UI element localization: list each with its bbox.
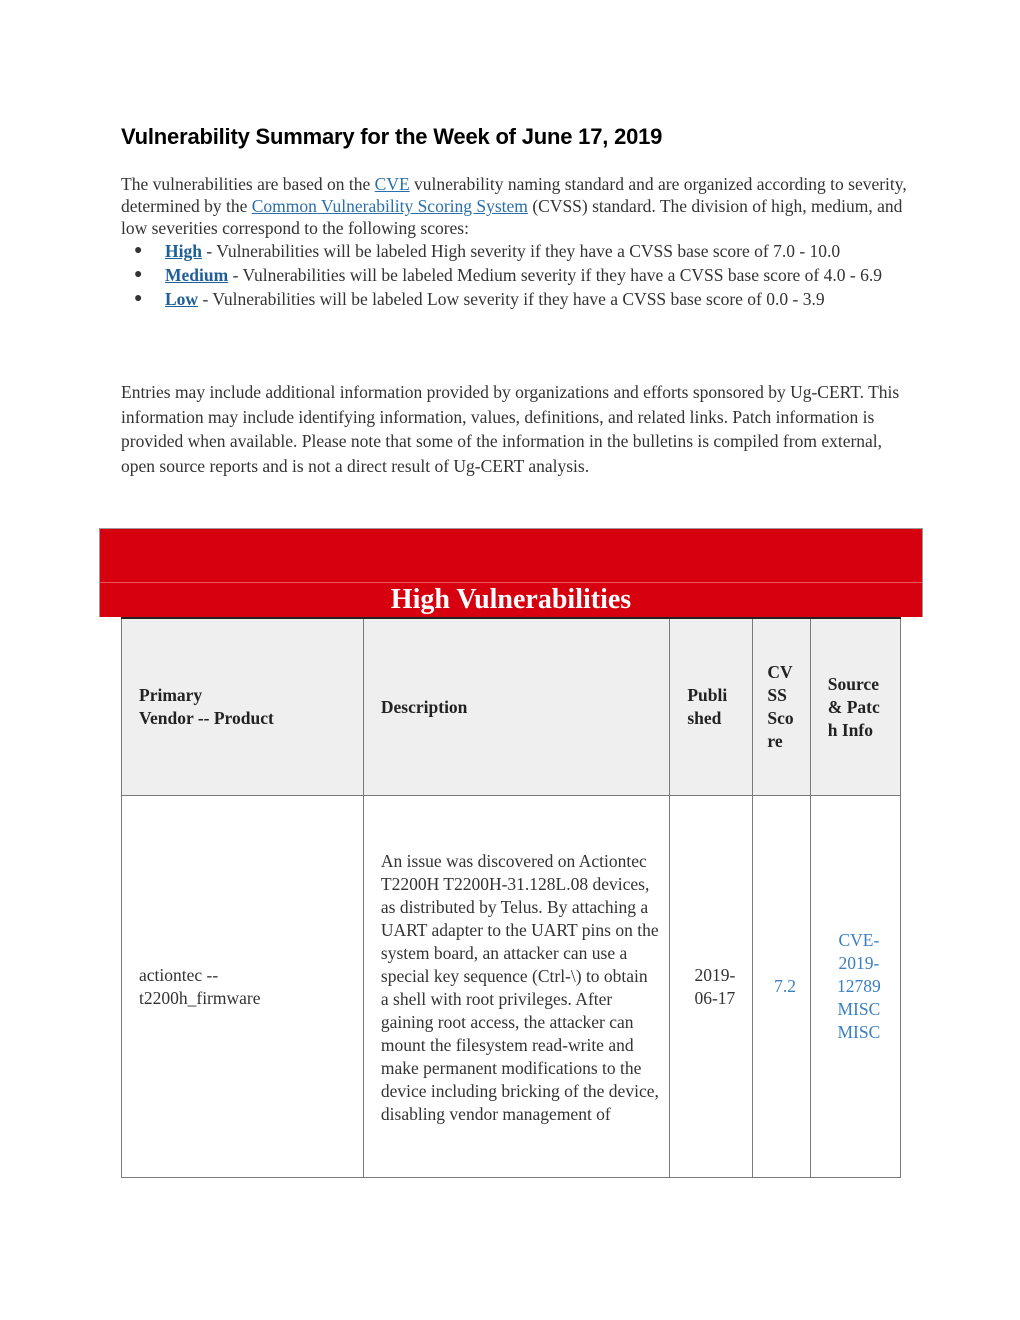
- cell-published: 2019-06-17: [669, 795, 754, 1178]
- severity-item-low: ● Low - Vulnerabilities will be labeled L…: [134, 287, 911, 311]
- header-vendor-product: Primary Vendor -- Product: [121, 617, 364, 796]
- header-source-patch: Source & Patch Info: [809, 617, 902, 796]
- bullet-icon: ●: [134, 267, 143, 282]
- severity-description: - Vulnerabilities will be labeled Low se…: [198, 289, 825, 309]
- section-title: High Vulnerabilities: [390, 584, 632, 615]
- cvss-link[interactable]: Common Vulnerability Scoring System: [252, 196, 528, 216]
- cell-source-patch: CVE-2019-12789 MISC MISC: [809, 795, 902, 1178]
- low-severity-link[interactable]: Low: [165, 289, 198, 309]
- page-title: Vulnerability Summary for the Week of Ju…: [121, 124, 663, 149]
- severity-description: - Vulnerabilities will be labeled High s…: [201, 241, 841, 261]
- misc-link[interactable]: MISC: [828, 1021, 890, 1044]
- description-text: An issue was discovered on Actiontec T22…: [380, 850, 659, 1124]
- intro-section: The vulnerabilities are based on the CVE…: [121, 173, 911, 311]
- published-date: 2019-06-17: [694, 964, 736, 1008]
- severity-description: - Vulnerabilities will be labeled Medium…: [228, 265, 882, 285]
- intro-paragraph: The vulnerabilities are based on the CVE…: [121, 173, 911, 239]
- table-row: actiontec -- t2200h_firmware An issue was…: [121, 795, 902, 1178]
- section-banner: High Vulnerabilities: [99, 528, 923, 617]
- cell-description: An issue was discovered on Actiontec T22…: [362, 795, 671, 1178]
- banner-divider: [100, 582, 922, 583]
- cell-vendor-product: actiontec -- t2200h_firmware: [121, 795, 364, 1178]
- cvss-score-link[interactable]: 7.2: [774, 976, 796, 996]
- intro-text: The vulnerabilities are based on the: [121, 174, 375, 194]
- cve-id-link[interactable]: CVE-2019-12789: [837, 929, 881, 998]
- header-cvss-text: CVSS Score: [767, 662, 794, 751]
- header-description: Description: [362, 617, 671, 796]
- entries-note: Entries may include additional informati…: [121, 382, 900, 476]
- header-cvss-score: CVSS Score: [752, 617, 811, 796]
- severity-list: ● High - Vulnerabilities will be labeled …: [121, 239, 911, 311]
- vendor-text: actiontec --: [139, 964, 219, 985]
- bullet-icon: ●: [134, 243, 143, 258]
- medium-severity-link[interactable]: Medium: [165, 265, 228, 285]
- severity-item-high: ● High - Vulnerabilities will be labeled …: [134, 239, 911, 263]
- header-vendor-line2: Vendor -- Product: [139, 708, 274, 728]
- cell-cvss-score: 7.2: [752, 795, 811, 1178]
- product-text: t2200h_firmware: [139, 987, 261, 1008]
- header-published-text: Published: [687, 685, 728, 728]
- misc-link[interactable]: MISC: [828, 998, 890, 1021]
- table-header-row: Primary Vendor -- Product Description Pub…: [121, 617, 902, 796]
- header-vendor-line1: Primary: [139, 685, 203, 705]
- severity-item-medium: ● Medium - Vulnerabilities will be labele…: [134, 263, 911, 287]
- header-published: Published: [669, 617, 754, 796]
- high-severity-link[interactable]: High: [165, 241, 202, 261]
- vulnerability-table: Primary Vendor -- Product Description Pub…: [121, 617, 902, 1178]
- cve-link[interactable]: CVE: [375, 174, 410, 194]
- bullet-icon: ●: [134, 291, 143, 306]
- header-source-text: Source & Patch Info: [827, 673, 880, 740]
